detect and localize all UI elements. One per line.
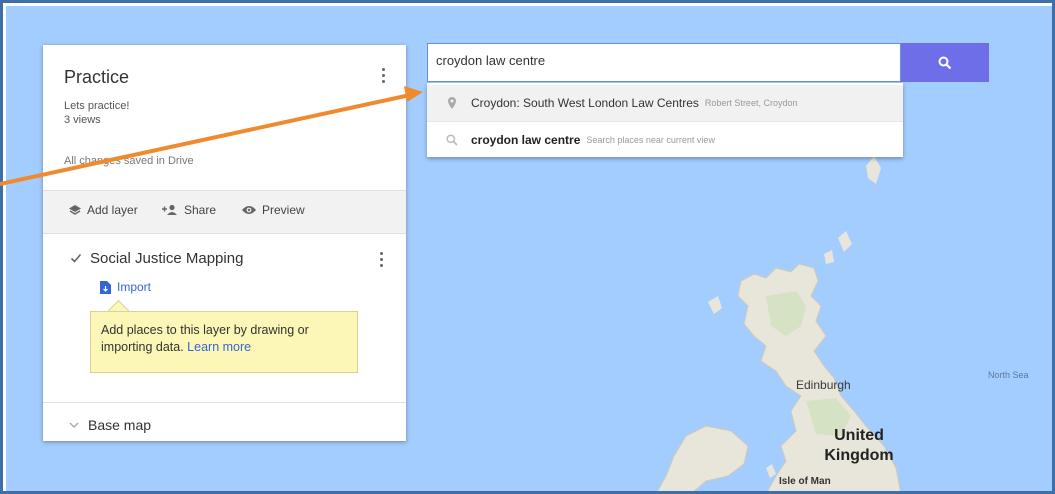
search-icon: [445, 134, 459, 146]
map-description[interactable]: Lets practice!: [64, 100, 129, 112]
map-options-menu-button[interactable]: [377, 65, 391, 87]
base-map-label: Base map: [88, 417, 152, 433]
search-suggestions: Croydon: South West London Law Centres R…: [427, 83, 903, 157]
share-button[interactable]: Share: [161, 203, 216, 217]
more-vert-icon: [380, 252, 383, 255]
eye-icon: [242, 206, 256, 214]
suggestion-item[interactable]: Croydon: South West London Law Centres R…: [427, 85, 903, 121]
search-input[interactable]: [436, 53, 886, 68]
preview-button[interactable]: Preview: [241, 203, 305, 217]
map-label-united: United: [834, 427, 884, 444]
panel-divider: [43, 402, 406, 403]
base-map-toggle[interactable]: Base map: [68, 417, 151, 433]
more-vert-icon-dot: [382, 74, 385, 77]
map-label-kingdom: Kingdom: [824, 447, 894, 464]
panel-toolbar: Add layer Share Preview: [43, 190, 406, 234]
save-status: All changes saved in Drive: [64, 155, 194, 167]
map-label-isle-of-man: Isle of Man: [779, 476, 831, 487]
import-label: Import: [117, 280, 152, 294]
more-vert-icon-dot: [382, 80, 385, 83]
preview-label: Preview: [262, 203, 305, 217]
layer-options-menu-button[interactable]: [375, 249, 389, 271]
search-icon: [938, 56, 952, 69]
file-import-icon: [100, 280, 111, 294]
map-views-count: 3 views: [64, 114, 101, 126]
place-pin-icon: [445, 97, 459, 109]
suggestion-item[interactable]: croydon law centre Search places near cu…: [427, 121, 903, 158]
screenshot-frame: Edinburgh United Kingdom Isle of Man Nor…: [0, 0, 1055, 494]
map-label-united-kingdom: United Kingdom: [814, 426, 904, 466]
share-label: Share: [184, 203, 217, 217]
suggestion-subtitle: Robert Street, Croydon: [704, 98, 798, 108]
map-info-panel: Practice Lets practice! 3 views All chan…: [43, 45, 406, 441]
layer-hint-tooltip: Add places to this layer by drawing or i…: [90, 311, 358, 373]
layer-visibility-checkbox[interactable]: [70, 252, 82, 264]
more-vert-icon-dot: [380, 264, 383, 267]
suggestion-title: Croydon: South West London Law Centres: [471, 96, 699, 110]
more-vert-icon: [382, 68, 385, 71]
search-button[interactable]: [901, 43, 989, 82]
map-label-edinburgh: Edinburgh: [796, 378, 851, 392]
layers-icon: [69, 205, 81, 215]
suggestion-title: croydon law centre: [471, 133, 581, 147]
add-layer-label: Add layer: [87, 203, 138, 217]
add-layer-button[interactable]: Add layer: [68, 203, 138, 217]
person-add-icon: [162, 204, 177, 215]
more-vert-icon-dot: [380, 258, 383, 261]
map-label-north-sea: North Sea: [988, 370, 1029, 380]
search-box: [427, 43, 901, 82]
import-link[interactable]: Import: [100, 280, 151, 294]
expand-arrow-icon: [69, 422, 79, 428]
map-title[interactable]: Practice: [64, 67, 129, 88]
learn-more-link[interactable]: Learn more: [187, 340, 251, 354]
suggestion-subtitle: Search places near current view: [586, 135, 715, 145]
layer-name[interactable]: Social Justice Mapping: [90, 250, 243, 267]
